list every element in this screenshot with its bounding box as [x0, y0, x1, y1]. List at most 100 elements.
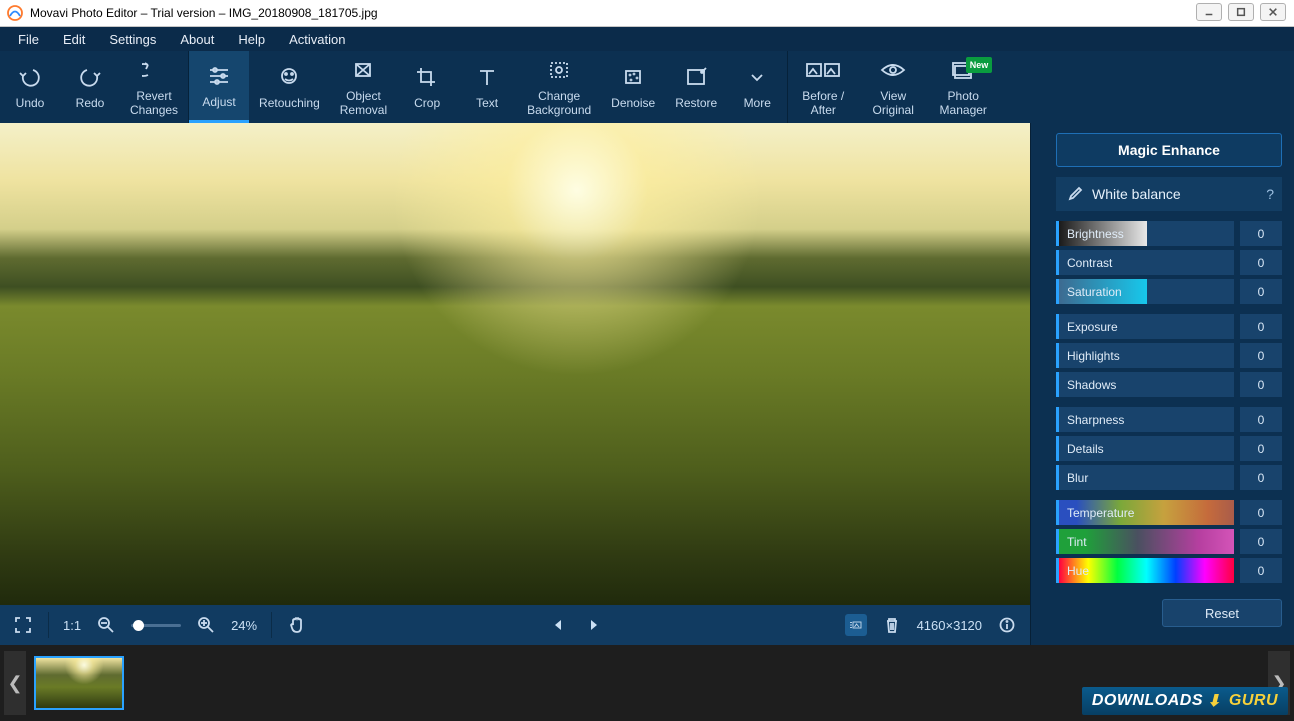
saturation-value[interactable]: 0 [1240, 279, 1282, 304]
exposure-sliders: Exposure0 Highlights0 Shadows0 [1056, 314, 1282, 397]
menu-edit[interactable]: Edit [51, 29, 97, 50]
before-after-button[interactable]: Before / After [788, 51, 858, 123]
details-slider[interactable]: Details [1056, 436, 1234, 461]
retouch-tab[interactable]: Retouching [249, 51, 330, 123]
restore-tab[interactable]: Restore [665, 51, 727, 123]
crop-icon [415, 64, 439, 90]
brightness-slider[interactable]: Brightness [1056, 221, 1234, 246]
white-balance-header[interactable]: White balance ? [1056, 177, 1282, 211]
exposure-value[interactable]: 0 [1240, 314, 1282, 339]
section-title: White balance [1092, 186, 1181, 202]
magic-enhance-button[interactable]: Magic Enhance [1056, 133, 1282, 167]
contrast-value[interactable]: 0 [1240, 250, 1282, 275]
delete-icon[interactable] [881, 614, 903, 636]
sharpness-slider[interactable]: Sharpness [1056, 407, 1234, 432]
vertical-scrollbar[interactable] [1030, 123, 1044, 645]
filmstrip-prev[interactable]: ❮ [4, 651, 26, 715]
menu-settings[interactable]: Settings [97, 29, 168, 50]
tint-value[interactable]: 0 [1240, 529, 1282, 554]
eyedropper-icon [1064, 186, 1086, 202]
denoise-tab[interactable]: Denoise [601, 51, 665, 123]
watermark: DOWNLOADS ⬇ GURU [1082, 687, 1288, 715]
color-sliders: Temperature0 Tint0 Hue0 [1056, 500, 1282, 583]
before-after-icon [806, 57, 840, 83]
redo-icon [78, 64, 102, 90]
restore-icon [684, 64, 708, 90]
filmstrip: ❮ ❯ DOWNLOADS ⬇ GURU [0, 645, 1294, 721]
new-badge: New [966, 57, 993, 73]
details-value[interactable]: 0 [1240, 436, 1282, 461]
retouch-icon [277, 64, 301, 90]
menu-help[interactable]: Help [226, 29, 277, 50]
tint-slider[interactable]: Tint [1056, 529, 1234, 554]
prev-image-icon[interactable] [547, 614, 569, 636]
viewbar: 1:1 24% 4160×3120 [0, 605, 1030, 645]
minimize-button[interactable] [1196, 3, 1222, 21]
hue-slider[interactable]: Hue [1056, 558, 1234, 583]
hand-tool-icon[interactable] [286, 614, 308, 636]
sharpness-value[interactable]: 0 [1240, 407, 1282, 432]
info-icon[interactable] [996, 614, 1018, 636]
blur-slider[interactable]: Blur [1056, 465, 1234, 490]
temperature-slider[interactable]: Temperature [1056, 500, 1234, 525]
canvas-wrap: 1:1 24% 4160×3120 [0, 123, 1030, 645]
zoom-knob[interactable] [133, 620, 144, 631]
chevron-down-icon [747, 64, 767, 90]
main: 1:1 24% 4160×3120 Magic Enhance White ba… [0, 123, 1294, 645]
adjust-icon [207, 63, 231, 89]
shadows-slider[interactable]: Shadows [1056, 372, 1234, 397]
viewport[interactable] [0, 123, 1030, 605]
brightness-value[interactable]: 0 [1240, 221, 1282, 246]
highlights-slider[interactable]: Highlights [1056, 343, 1234, 368]
help-icon[interactable]: ? [1266, 186, 1274, 202]
eraser-icon [351, 57, 375, 83]
highlights-value[interactable]: 0 [1240, 343, 1282, 368]
text-tab[interactable]: Text [457, 51, 517, 123]
app-icon [6, 4, 24, 22]
more-button[interactable]: More [727, 51, 787, 123]
photo-manager-button[interactable]: New Photo Manager [928, 51, 998, 123]
download-icon: ⬇ [1207, 691, 1221, 711]
one-to-one-button[interactable]: 1:1 [63, 618, 81, 633]
compare-mode-icon[interactable] [845, 614, 867, 636]
toolbar: Undo Redo Revert Changes Adjust Retouchi… [0, 51, 1294, 123]
crop-tab[interactable]: Crop [397, 51, 457, 123]
contrast-slider[interactable]: Contrast [1056, 250, 1234, 275]
hue-value[interactable]: 0 [1240, 558, 1282, 583]
zoom-in-icon[interactable] [195, 614, 217, 636]
exposure-slider[interactable]: Exposure [1056, 314, 1234, 339]
change-background-tab[interactable]: Change Background [517, 51, 601, 123]
zoom-slider[interactable] [131, 624, 181, 627]
next-image-icon[interactable] [583, 614, 605, 636]
saturation-slider[interactable]: Saturation [1056, 279, 1234, 304]
titlebar: Movavi Photo Editor – Trial version – IM… [0, 0, 1294, 27]
zoom-out-icon[interactable] [95, 614, 117, 636]
reset-button[interactable]: Reset [1162, 599, 1282, 627]
revert-button[interactable]: Revert Changes [120, 51, 188, 123]
view-original-button[interactable]: View Original [858, 51, 928, 123]
eye-icon [880, 57, 906, 83]
denoise-icon [621, 64, 645, 90]
photo-canvas [0, 123, 1030, 605]
revert-icon [142, 57, 166, 83]
menu-file[interactable]: File [6, 29, 51, 50]
fullscreen-icon[interactable] [12, 614, 34, 636]
temperature-value[interactable]: 0 [1240, 500, 1282, 525]
menu-about[interactable]: About [168, 29, 226, 50]
text-icon [475, 64, 499, 90]
image-dimensions: 4160×3120 [917, 618, 982, 633]
blur-value[interactable]: 0 [1240, 465, 1282, 490]
undo-icon [18, 64, 42, 90]
shadows-value[interactable]: 0 [1240, 372, 1282, 397]
tone-sliders: Brightness0 Contrast0 Saturation0 [1056, 221, 1282, 304]
menu-activation[interactable]: Activation [277, 29, 357, 50]
redo-button[interactable]: Redo [60, 51, 120, 123]
undo-button[interactable]: Undo [0, 51, 60, 123]
zoom-percent: 24% [231, 618, 257, 633]
maximize-button[interactable] [1228, 3, 1254, 21]
object-removal-tab[interactable]: Object Removal [330, 51, 397, 123]
adjust-tab[interactable]: Adjust [189, 51, 249, 123]
close-button[interactable] [1260, 3, 1286, 21]
adjust-panel: Magic Enhance White balance ? Brightness… [1044, 123, 1294, 645]
thumbnail[interactable] [34, 656, 124, 710]
